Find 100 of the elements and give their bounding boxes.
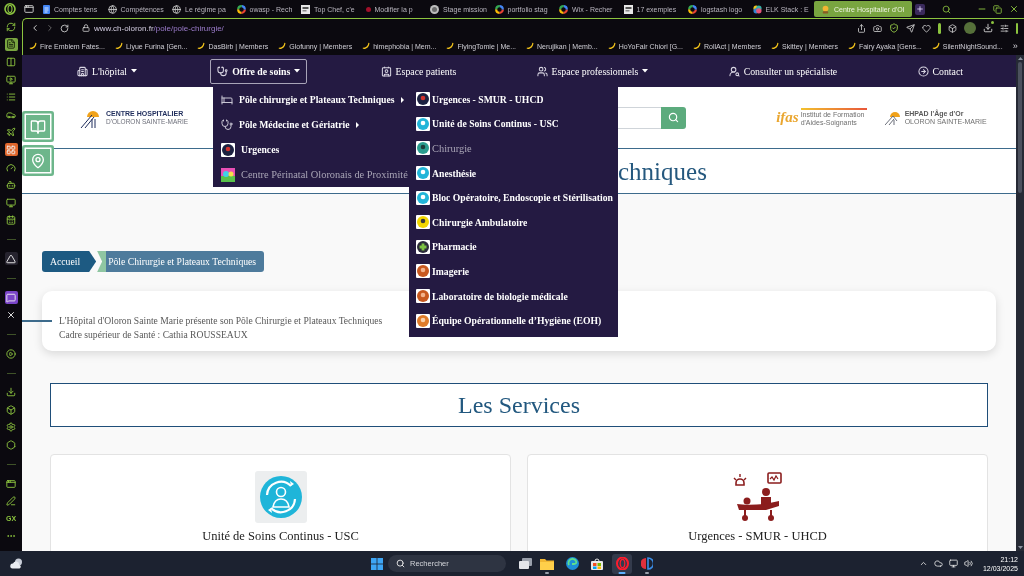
reload-icon[interactable] [60, 23, 69, 33]
search-icon[interactable] [942, 4, 951, 14]
play-circle-icon[interactable] [4, 347, 18, 361]
window-icon[interactable] [24, 4, 34, 14]
menu-item[interactable]: Pharmacie [409, 234, 618, 260]
taskbar-button[interactable] [612, 553, 632, 574]
menu-item[interactable]: Urgences [213, 137, 409, 162]
nav-link[interactable]: Offre de soins [210, 58, 308, 84]
service-card[interactable]: Unité de Soins Continus - USC [50, 454, 511, 551]
search-icon [668, 112, 680, 123]
menu-item[interactable]: Bloc Opératoire, Endoscopie et Stérilisation [409, 185, 618, 210]
breadcrumb-link[interactable]: Accueil [42, 251, 97, 272]
back-icon[interactable] [30, 23, 40, 33]
overlapping-circles-icon [752, 4, 762, 14]
scrollbar-thumb[interactable] [1018, 62, 1022, 193]
banana-icon [362, 42, 371, 50]
start-icon[interactable] [371, 557, 383, 570]
columns-icon[interactable] [4, 55, 18, 69]
sync-icon[interactable] [4, 20, 18, 34]
video-player-icon[interactable] [4, 73, 18, 87]
mountain-sun-icon [884, 109, 903, 126]
color-ring-icon [559, 4, 568, 14]
robot-icon[interactable] [4, 178, 18, 192]
cloud-icon[interactable] [933, 559, 943, 568]
nav-link[interactable]: Consulter un spécialiste [721, 58, 845, 84]
sliders-icon[interactable] [999, 23, 1009, 33]
section-heading: Les Services [50, 383, 988, 427]
monitor-icon[interactable] [4, 196, 18, 210]
banana-icon [446, 42, 455, 50]
round-tile-icon [416, 92, 430, 107]
nav-link[interactable]: Espace patients [373, 58, 464, 84]
menu-item[interactable]: Laboratoire de biologie médicale [409, 283, 618, 309]
plane-icon[interactable] [4, 125, 18, 139]
nav-link[interactable]: Contact [910, 58, 970, 84]
cube-icon[interactable] [947, 23, 957, 33]
avatar-icon[interactable] [963, 22, 976, 34]
lock-icon [82, 24, 90, 32]
document-icon[interactable] [4, 37, 18, 51]
document-icon [43, 4, 50, 14]
sun-icon [821, 4, 830, 14]
nav-link[interactable]: L'hôpital [70, 58, 144, 84]
share-icon[interactable] [857, 23, 866, 33]
globe-icon [107, 4, 117, 14]
menu-item[interactable]: Pôle Médecine et Gériatrie [213, 112, 409, 137]
new-tab-button[interactable] [915, 3, 925, 15]
menu-item[interactable]: Imagerie [409, 259, 618, 284]
calendar-icon[interactable] [4, 213, 18, 227]
camera-icon[interactable] [873, 23, 882, 33]
nav-link[interactable]: Espace professionnels [529, 58, 656, 84]
chat-bubble-icon[interactable] [4, 291, 18, 304]
menu-item[interactable]: Pôle chirurgie et Plateaux Techniques [213, 87, 409, 112]
user-search-icon [728, 65, 740, 77]
window-icon[interactable] [4, 477, 18, 491]
scroll-up-icon[interactable] [1017, 57, 1023, 60]
banana-icon [607, 42, 616, 50]
more-bookmarks-button[interactable]: » [1012, 41, 1018, 51]
round-tile-icon [416, 116, 430, 131]
partner-name: ifas [776, 109, 799, 126]
menu-item[interactable]: Anesthésie [409, 160, 618, 186]
scroll-down-icon[interactable] [1017, 546, 1023, 549]
round-tile-icon [416, 190, 430, 205]
list-icon[interactable] [4, 90, 18, 104]
triangle-icon[interactable] [4, 252, 18, 266]
download-icon[interactable] [982, 23, 993, 33]
menu-item[interactable]: Unité de Soins Continus - USC [409, 111, 618, 137]
hexagon-icon[interactable] [4, 438, 18, 452]
breadcrumb-link[interactable]: Pôle Chirurgie et Plateaux Techniques [97, 251, 265, 272]
gauge-icon[interactable] [4, 161, 18, 175]
menu-item[interactable]: Chirurgie Ambulatoire [409, 209, 618, 235]
close-icon[interactable] [1009, 4, 1019, 14]
banana-icon [114, 42, 123, 50]
menu-item[interactable]: Chirurgie [409, 136, 618, 161]
download-icon[interactable] [4, 385, 18, 399]
menu-item[interactable]: Urgences - SMUR - UHCD [409, 87, 618, 112]
circle-icon [430, 4, 439, 14]
ring-logo-icon[interactable] [4, 3, 16, 15]
search-button[interactable] [661, 106, 687, 129]
heart-icon[interactable] [922, 23, 931, 33]
restore-icon[interactable] [993, 4, 1002, 14]
grid-tile-icon[interactable] [4, 143, 18, 157]
plus-icon [916, 5, 924, 13]
task-view-icon[interactable] [519, 558, 532, 569]
monitor-icon[interactable] [948, 559, 958, 568]
cube-icon[interactable] [4, 403, 18, 417]
service-card[interactable]: Urgences - SMUR - UHCD [527, 454, 988, 551]
send-icon[interactable] [906, 23, 915, 33]
shield-icon[interactable] [889, 23, 899, 33]
round-tile-icon [416, 215, 430, 230]
swirl-icon [565, 557, 579, 570]
cross-tile-icon [416, 239, 430, 254]
split-logo-icon [641, 557, 653, 570]
menu-item[interactable]: Centre Périnatal Oloronais de Proximité [213, 162, 409, 187]
thumbnail-icon [301, 4, 310, 14]
speaker-icon[interactable] [963, 559, 973, 568]
settings-icon[interactable] [4, 421, 18, 434]
menu-item[interactable]: Équipe Opérationnelle d’Hygiène (EOH) [409, 308, 618, 333]
pen-icon[interactable] [4, 494, 18, 508]
address-field[interactable]: www.ch-oloron.fr/pole/pole-chirurgie/ [82, 20, 852, 36]
scrollbar-track[interactable] [1016, 55, 1024, 551]
chevron-up-icon[interactable] [918, 559, 928, 568]
